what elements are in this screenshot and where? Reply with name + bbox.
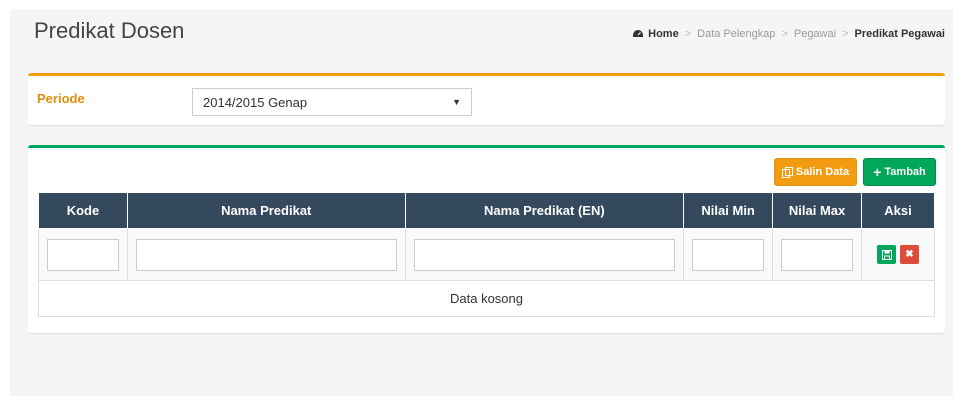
breadcrumb-current: Predikat Pegawai [854,28,946,40]
cell-kode [38,228,128,281]
breadcrumb-home[interactable]: Home [632,28,679,40]
new-entry-row: ✖ [38,228,935,281]
predikat-table: Kode Nama Predikat Nama Predikat (EN) Ni… [38,192,935,317]
save-button[interactable] [877,245,896,264]
cell-aksi: ✖ [861,228,935,281]
breadcrumb: Home > Data Pelengkap > Pegawai > Predik… [632,28,945,40]
empty-row: Data kosong [38,280,935,317]
tambah-button[interactable]: + Tambah [863,158,936,186]
column-header-nilai-max[interactable]: Nilai Max [772,192,863,229]
breadcrumb-pegawai[interactable]: Pegawai [794,28,836,40]
salin-data-button[interactable]: Salin Data [774,158,857,186]
plus-icon: + [873,164,882,180]
column-header-nama-predikat-en[interactable]: Nama Predikat (EN) [404,192,685,229]
page-title: Predikat Dosen [34,18,185,43]
breadcrumb-separator: > [842,28,849,40]
cell-nilai-min [683,228,774,281]
breadcrumb-separator: > [684,28,692,40]
cell-nilai-max [772,228,863,281]
table-header-row: Kode Nama Predikat Nama Predikat (EN) Ni… [38,192,935,229]
cell-nama-predikat-en [404,228,685,281]
periode-label: Periode [37,91,85,106]
table-box: Salin Data + Tambah Kode Nama Predikat N… [28,145,945,333]
nilai-max-input[interactable] [781,238,854,271]
action-group: ✖ [862,245,934,264]
kode-input[interactable] [47,238,119,271]
nama-predikat-input[interactable] [135,238,397,271]
delete-button[interactable]: ✖ [900,245,919,264]
periode-selected-value: 2014/2015 Genap [203,94,308,110]
empty-message: Data kosong [38,280,935,317]
nama-predikat-en-input[interactable] [413,238,676,271]
column-header-kode[interactable]: Kode [38,192,128,229]
column-header-aksi: Aksi [861,192,935,229]
breadcrumb-separator: > [781,28,788,40]
close-icon: ✖ [905,249,914,260]
salin-data-label: Salin Data [795,166,850,178]
periode-select[interactable]: 2014/2015 Genap ▼ [192,88,472,116]
caret-down-icon: ▼ [452,97,461,107]
breadcrumb-home-label: Home [648,28,679,40]
copy-icon [781,166,793,178]
breadcrumb-data-pelengkap[interactable]: Data Pelengkap [697,28,775,40]
filter-box: Periode 2014/2015 Genap ▼ [28,73,945,125]
cell-nama-predikat [126,228,406,281]
column-header-nilai-min[interactable]: Nilai Min [683,192,774,229]
save-icon [881,249,892,260]
column-header-nama-predikat[interactable]: Nama Predikat [126,192,406,229]
dashboard-icon [633,30,644,37]
nilai-min-input[interactable] [692,238,765,271]
tambah-label: Tambah [884,166,926,178]
